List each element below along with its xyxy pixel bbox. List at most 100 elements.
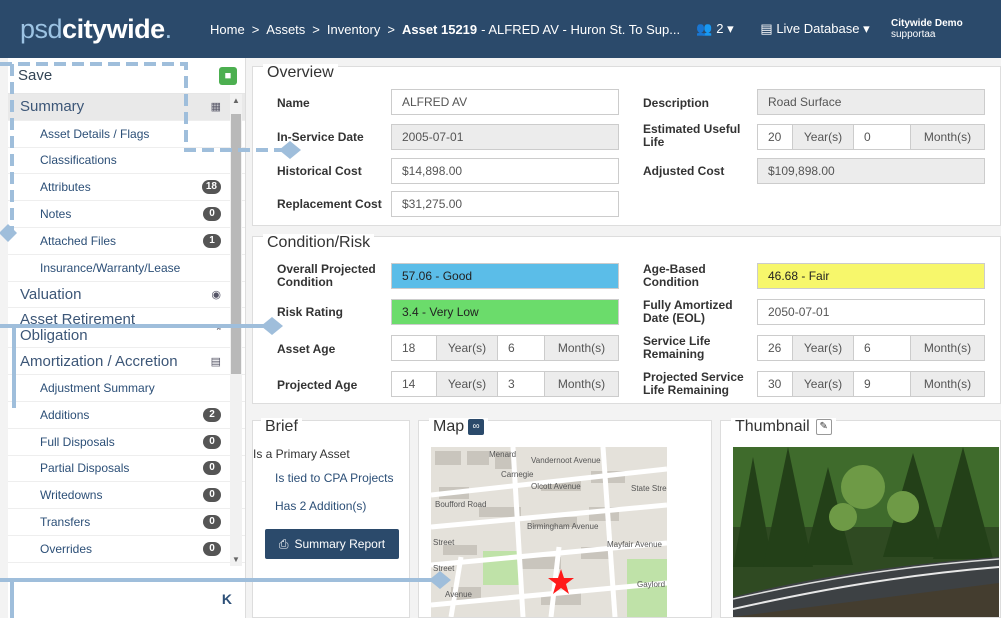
pslr-years-field[interactable]: 30 — [757, 371, 793, 397]
sidebar-item[interactable]: Writedowns 0 — [8, 482, 245, 510]
map-street-label: Menard — [489, 450, 516, 459]
map-street-label: State Street — [631, 484, 667, 493]
eul-months-field[interactable]: 0 — [853, 124, 911, 150]
opc-field[interactable]: 57.06 - Good — [391, 263, 619, 289]
replacement-cost-field[interactable]: $31,275.00 — [391, 191, 619, 217]
save-icon[interactable]: ■ — [219, 66, 237, 85]
users-dropdown[interactable]: 👥 2 ▾ — [685, 21, 745, 37]
count-badge: 0 — [203, 461, 221, 476]
name-label: Name — [277, 96, 310, 110]
app-logo[interactable]: psdcitywide. — [0, 14, 210, 45]
thumbnail-image[interactable] — [733, 447, 999, 617]
historical-cost-field[interactable]: $14,898.00 — [391, 158, 619, 184]
sidebar-scrollbar[interactable]: ▲ ▼ — [230, 94, 242, 566]
count-badge: 1 — [203, 233, 221, 248]
count-badge: 2 — [203, 407, 221, 422]
sidebar-item-label: Transfers — [40, 515, 91, 530]
brief-additions-link[interactable]: Has 2 Addition(s) — [275, 499, 366, 513]
sidebar-item[interactable]: Classifications — [8, 148, 245, 175]
projected-age-label: Projected Age — [277, 378, 358, 392]
sidebar-item[interactable]: Adjustment Summary — [8, 375, 245, 402]
eul-months-unit: Month(s) — [910, 124, 985, 150]
sidebar-item-label: Full Disposals — [40, 434, 115, 449]
scroll-up-icon[interactable]: ▲ — [232, 96, 240, 105]
database-dropdown[interactable]: ▤ Live Database ▾ — [745, 21, 885, 37]
main-content: Overview Name ALFRED AV In-Service Date … — [252, 58, 1001, 618]
age-years-field[interactable]: 18 — [391, 335, 437, 361]
user-menu[interactable]: Citywide Demo supportaa — [885, 18, 975, 40]
users-icon: 👥 — [696, 21, 713, 36]
sidebar-item[interactable]: Overrides 0 — [8, 536, 245, 563]
sidebar-item[interactable]: Attributes 18 — [8, 174, 245, 202]
caret-down-icon: ▾ — [727, 21, 734, 36]
sidebar-item[interactable]: Transfers 0 — [8, 509, 245, 536]
edit-icon[interactable]: ✎ — [815, 418, 832, 435]
abc-field[interactable]: 46.68 - Fair — [757, 263, 985, 289]
proj-years-field[interactable]: 14 — [391, 371, 437, 397]
calculator-icon: ▦ — [210, 101, 221, 114]
sidebar-item[interactable]: Full Disposals 0 — [8, 429, 245, 456]
brief-cpa-link[interactable]: Is tied to CPA Projects — [275, 471, 394, 485]
condition-panel: Condition/Risk Overall Projected Conditi… — [252, 234, 1001, 404]
name-field[interactable]: ALFRED AV — [391, 89, 619, 115]
sidebar-item-label: Insurance/Warranty/Lease — [40, 260, 181, 275]
risk-field[interactable]: 3.4 - Very Low — [391, 299, 619, 325]
pslr-months-field[interactable]: 9 — [853, 371, 911, 397]
sidebar-item-label: Asset Details / Flags — [40, 126, 150, 141]
sidebar-item[interactable]: Asset Retirement Obligation ⇥ — [8, 308, 245, 349]
sidebar-item[interactable]: Asset Details / Flags — [8, 121, 245, 148]
sidebar-item[interactable]: Valuation ◉ — [8, 282, 245, 309]
save-row[interactable]: Save ■ — [8, 58, 245, 94]
fad-field[interactable]: 2050-07-01 — [757, 299, 985, 325]
count-badge: 0 — [203, 515, 221, 530]
map-street-label: Birmingham Avenue — [527, 522, 599, 531]
breadcrumb-assets[interactable]: Assets — [266, 22, 305, 37]
count-badge: 0 — [203, 488, 221, 503]
sidebar-item[interactable]: Summary ▦ — [8, 94, 245, 121]
sidebar-nav: Summary ▦ Asset Details / Flags Classificat… — [8, 94, 245, 566]
count-badge: 0 — [203, 434, 221, 449]
slr-months-unit: Month(s) — [910, 335, 985, 361]
pslr-months-unit: Month(s) — [910, 371, 985, 397]
map-street-label: Mayfair Avenue — [607, 540, 663, 549]
sidebar-item-label: Valuation — [20, 285, 82, 303]
sidebar-item[interactable]: Insurance/Warranty/Lease — [8, 255, 245, 282]
breadcrumb-inventory[interactable]: Inventory — [327, 22, 380, 37]
sidebar-item-label: Notes — [40, 207, 72, 222]
breadcrumb-home[interactable]: Home — [210, 22, 245, 37]
historical-cost-label: Historical Cost — [277, 164, 362, 178]
map-street-label: Carnegie — [501, 470, 534, 479]
map-view[interactable]: Vandernoot Avenue Olcott Avenue Birmingh… — [431, 447, 667, 617]
count-badge: 0 — [203, 207, 221, 222]
sidebar-item-label: Attached Files — [40, 233, 117, 248]
map-street-label: Vandernoot Avenue — [531, 456, 601, 465]
scroll-down-icon[interactable]: ▼ — [232, 555, 240, 564]
map-street-label: Gaylord Avenue — [637, 580, 667, 589]
brief-title: Brief — [261, 418, 302, 436]
adjusted-cost-field[interactable]: $109,898.00 — [757, 158, 985, 184]
description-field[interactable]: Road Surface — [757, 89, 985, 115]
link-icon[interactable]: ∞ — [468, 418, 485, 435]
sidebar-item[interactable]: Notes 0 — [8, 201, 245, 228]
sidebar-item[interactable]: Additions 2 — [8, 402, 245, 429]
map-street-label: Street — [433, 564, 455, 573]
sidebar-item[interactable]: Amortization / Accretion ▤ — [8, 348, 245, 376]
pslr-years-unit: Year(s) — [792, 371, 854, 397]
sidebar-item[interactable]: Attached Files 1 — [8, 228, 245, 255]
slr-months-field[interactable]: 6 — [853, 335, 911, 361]
chart-icon: ▤ — [210, 355, 221, 368]
collapse-sidebar-button[interactable]: K — [8, 578, 246, 618]
proj-months-field[interactable]: 3 — [497, 371, 545, 397]
age-months-field[interactable]: 6 — [497, 335, 545, 361]
slr-label: Service Life Remaining — [643, 334, 711, 361]
sidebar-item[interactable]: Partial Disposals 0 — [8, 456, 245, 483]
inservice-field[interactable]: 2005-07-01 — [391, 124, 619, 150]
database-icon: ▤ — [760, 21, 773, 36]
coins-icon: ◉ — [211, 288, 221, 301]
eul-years-field[interactable]: 20 — [757, 124, 793, 150]
summary-report-button[interactable]: ⎙ Summary Report — [265, 529, 399, 559]
slr-years-field[interactable]: 26 — [757, 335, 793, 361]
age-months-unit: Month(s) — [544, 335, 619, 361]
breadcrumb-current-desc: - ALFRED AV - Huron St. To Sup... — [481, 21, 681, 37]
scrollbar-thumb[interactable] — [231, 114, 241, 374]
